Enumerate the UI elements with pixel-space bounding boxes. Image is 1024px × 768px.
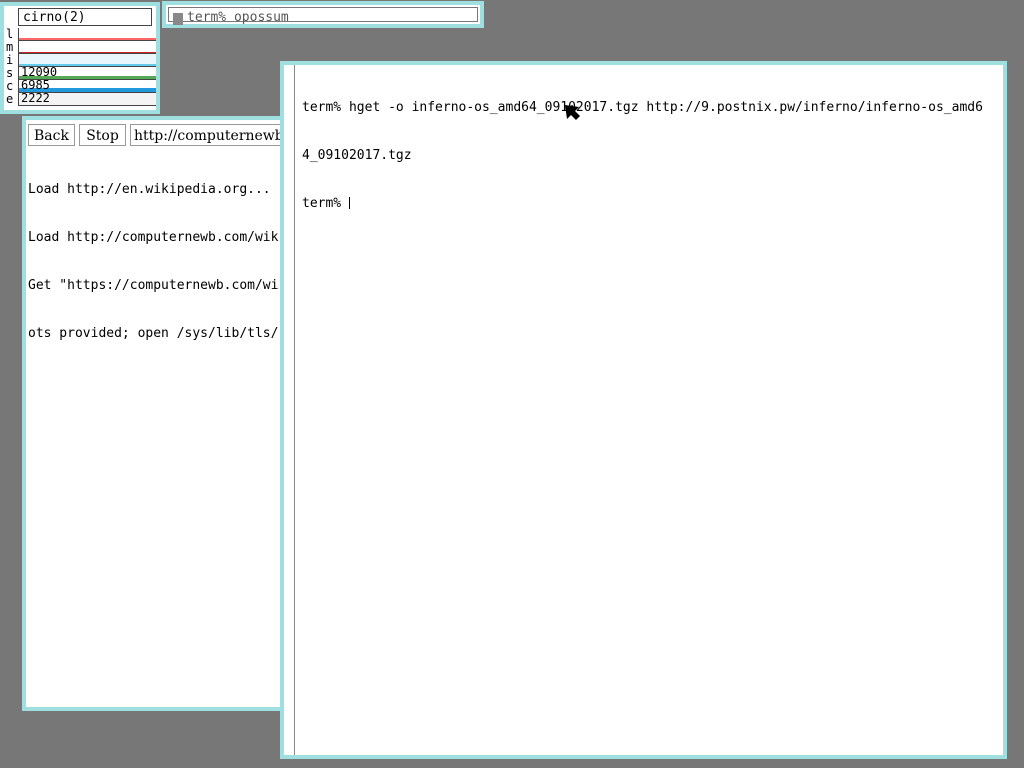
stat-graph [18, 41, 156, 54]
stats-window[interactable]: cirno(2) l m i s 12090 c 6985 e 2222 [0, 2, 160, 114]
stat-row-syscalls[interactable]: s 12090 [4, 67, 156, 80]
terminal-output[interactable]: term% hget -o inferno-os_amd64_09102017.… [302, 68, 999, 244]
terminal-prompt: term% [302, 196, 349, 211]
terminal-line: term% hget -o inferno-os_amd64_09102017.… [302, 100, 983, 115]
stat-value: 2222 [21, 93, 50, 105]
term-tag-text: term% opossum [187, 10, 289, 25]
stat-value: 6985 [21, 80, 50, 92]
terminal-prompt-line[interactable]: term% [302, 196, 999, 212]
stat-row-context[interactable]: c 6985 [4, 80, 156, 93]
term-tag-bar[interactable]: term% opossum [168, 7, 478, 25]
stat-row-load[interactable]: l [4, 28, 156, 41]
stat-row-interrupts[interactable]: i [4, 54, 156, 67]
window-handle-icon[interactable] [173, 13, 183, 25]
log-line: Load http://en.wikipedia.org... [28, 182, 271, 197]
stat-letter: e [6, 92, 14, 106]
url-field[interactable]: http://computernewb [130, 124, 300, 146]
browser-log: Load http://en.wikipedia.org... Load htt… [28, 150, 288, 374]
log-line: Load http://computernewb.com/wik [28, 230, 279, 245]
stop-button[interactable]: Stop [79, 124, 126, 146]
stat-graph [18, 54, 156, 67]
stat-row-memory[interactable]: m [4, 41, 156, 54]
back-button[interactable]: Back [28, 124, 75, 146]
stat-graph: 12090 [18, 67, 156, 80]
stat-graph: 6985 [18, 80, 156, 93]
stats-title: cirno(2) [18, 8, 152, 26]
terminal-window[interactable]: term% hget -o inferno-os_amd64_09102017.… [280, 61, 1007, 759]
terminal-line: 4_09102017.tgz [302, 148, 412, 163]
term-tag-window[interactable]: term% opossum [162, 1, 484, 28]
stat-graph: 2222 [18, 93, 156, 106]
terminal-scrollbar[interactable] [294, 65, 295, 755]
text-caret [348, 197, 350, 209]
stat-graph [18, 28, 156, 41]
log-line: Get "https://computernewb.com/wi [28, 278, 279, 293]
stat-row-ether[interactable]: e 2222 [4, 93, 156, 106]
browser-window[interactable]: Back Stop http://computernewb Load http:… [22, 116, 300, 711]
log-line: ots provided; open /sys/lib/tls/ [28, 326, 279, 341]
stat-value: 12090 [21, 67, 58, 79]
mouse-cursor-icon [565, 105, 580, 120]
